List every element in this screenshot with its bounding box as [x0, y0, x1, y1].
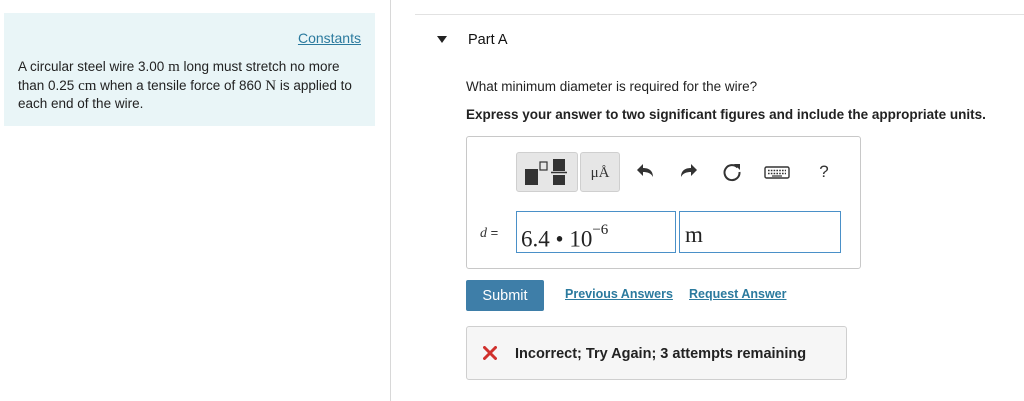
value-mantissa: 6.4 — [521, 226, 550, 252]
incorrect-x-icon — [483, 346, 497, 360]
reset-icon[interactable] — [720, 160, 744, 184]
redo-icon[interactable] — [676, 160, 700, 184]
part-title: Part A — [468, 32, 508, 48]
problem-panel: Constants A circular steel wire 3.00 m l… — [4, 13, 375, 126]
equals-sign: = — [490, 225, 499, 240]
feedback-box: Incorrect; Try Again; 3 attempts remaini… — [466, 326, 847, 380]
answer-box: μÅ ? d = 6.4 • 10−6 m — [466, 136, 861, 269]
request-answer-link[interactable]: Request Answer — [689, 287, 786, 301]
problem-statement: A circular steel wire 3.00 m long must s… — [18, 58, 368, 114]
help-icon[interactable]: ? — [812, 161, 836, 185]
instruction-text: Express your answer to two significant f… — [466, 107, 986, 122]
constants-link[interactable]: Constants — [298, 30, 361, 46]
variable-label: d = — [480, 225, 498, 242]
units-button[interactable]: μÅ — [580, 152, 620, 192]
problem-text-3: when a tensile force of 860 — [96, 77, 266, 93]
part-header[interactable]: Part A — [415, 15, 1024, 65]
value-exponent: −6 — [592, 222, 609, 238]
keyboard-icon[interactable] — [762, 160, 792, 184]
problem-unit-cm: cm — [78, 77, 97, 94]
collapse-triangle-icon[interactable] — [437, 36, 447, 43]
problem-unit-m: m — [168, 59, 180, 75]
value-times: • — [555, 226, 564, 252]
problem-unit-n: N — [265, 77, 277, 94]
question-text: What minimum diameter is required for th… — [466, 79, 758, 94]
previous-answers-link[interactable]: Previous Answers — [565, 287, 673, 301]
unit-input[interactable]: m — [679, 211, 841, 253]
column-divider — [390, 0, 391, 401]
submit-button[interactable]: Submit — [466, 280, 544, 311]
variable-name: d — [480, 226, 487, 241]
problem-text-1: A circular steel wire 3.00 — [18, 59, 169, 74]
templates-button[interactable] — [516, 152, 578, 192]
value-base: 10 — [569, 226, 593, 252]
undo-icon[interactable] — [634, 160, 658, 184]
value-input[interactable]: 6.4 • 10−6 — [516, 211, 676, 253]
templates-icon — [525, 159, 567, 185]
feedback-message: Incorrect; Try Again; 3 attempts remaini… — [515, 346, 807, 362]
